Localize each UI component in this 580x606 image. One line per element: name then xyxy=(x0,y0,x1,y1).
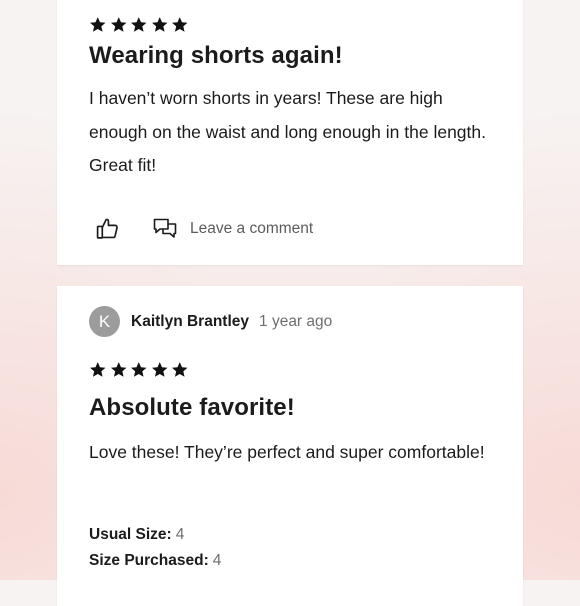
star-icon xyxy=(130,361,148,379)
avatar: K xyxy=(89,306,120,337)
star-rating xyxy=(89,361,189,379)
size-purchased: Size Purchased: 4 xyxy=(89,552,221,570)
size-purchased-label: Size Purchased: xyxy=(89,552,209,569)
author-name: Kaitlyn Brantley xyxy=(131,312,250,330)
review-date: 1 year ago xyxy=(259,312,333,330)
star-icon xyxy=(89,16,107,34)
star-icon xyxy=(171,16,189,34)
size-purchased-value: 4 xyxy=(212,552,222,569)
leave-comment-button[interactable]: Leave a comment xyxy=(152,216,313,241)
star-icon xyxy=(130,16,148,34)
review-card: K Kaitlyn Brantley 1 year ago Absolute f… xyxy=(57,286,523,606)
review-author: K Kaitlyn Brantley 1 year ago xyxy=(89,306,332,337)
usual-size: Usual Size: 4 xyxy=(89,526,184,544)
star-icon xyxy=(151,16,169,34)
review-title: Wearing shorts again! xyxy=(89,42,343,69)
review-title: Absolute favorite! xyxy=(89,394,295,421)
review-body: I haven’t worn shorts in years! These ar… xyxy=(89,88,486,175)
star-icon xyxy=(171,361,189,379)
review-actions: Leave a comment xyxy=(95,216,313,241)
thumbs-up-icon xyxy=(95,216,120,241)
helpful-button[interactable] xyxy=(95,216,120,241)
chat-bubbles-icon xyxy=(152,216,178,241)
leave-comment-label: Leave a comment xyxy=(190,219,314,237)
star-rating xyxy=(89,16,189,34)
star-icon xyxy=(151,361,169,379)
review-body: Love these! They’re perfect and super co… xyxy=(89,442,485,462)
usual-size-value: 4 xyxy=(175,526,185,543)
review-card: Wearing shorts again! I haven’t worn sho… xyxy=(57,0,523,265)
usual-size-label: Usual Size: xyxy=(89,526,172,543)
star-icon xyxy=(89,361,107,379)
star-icon xyxy=(110,16,128,34)
star-icon xyxy=(110,361,128,379)
